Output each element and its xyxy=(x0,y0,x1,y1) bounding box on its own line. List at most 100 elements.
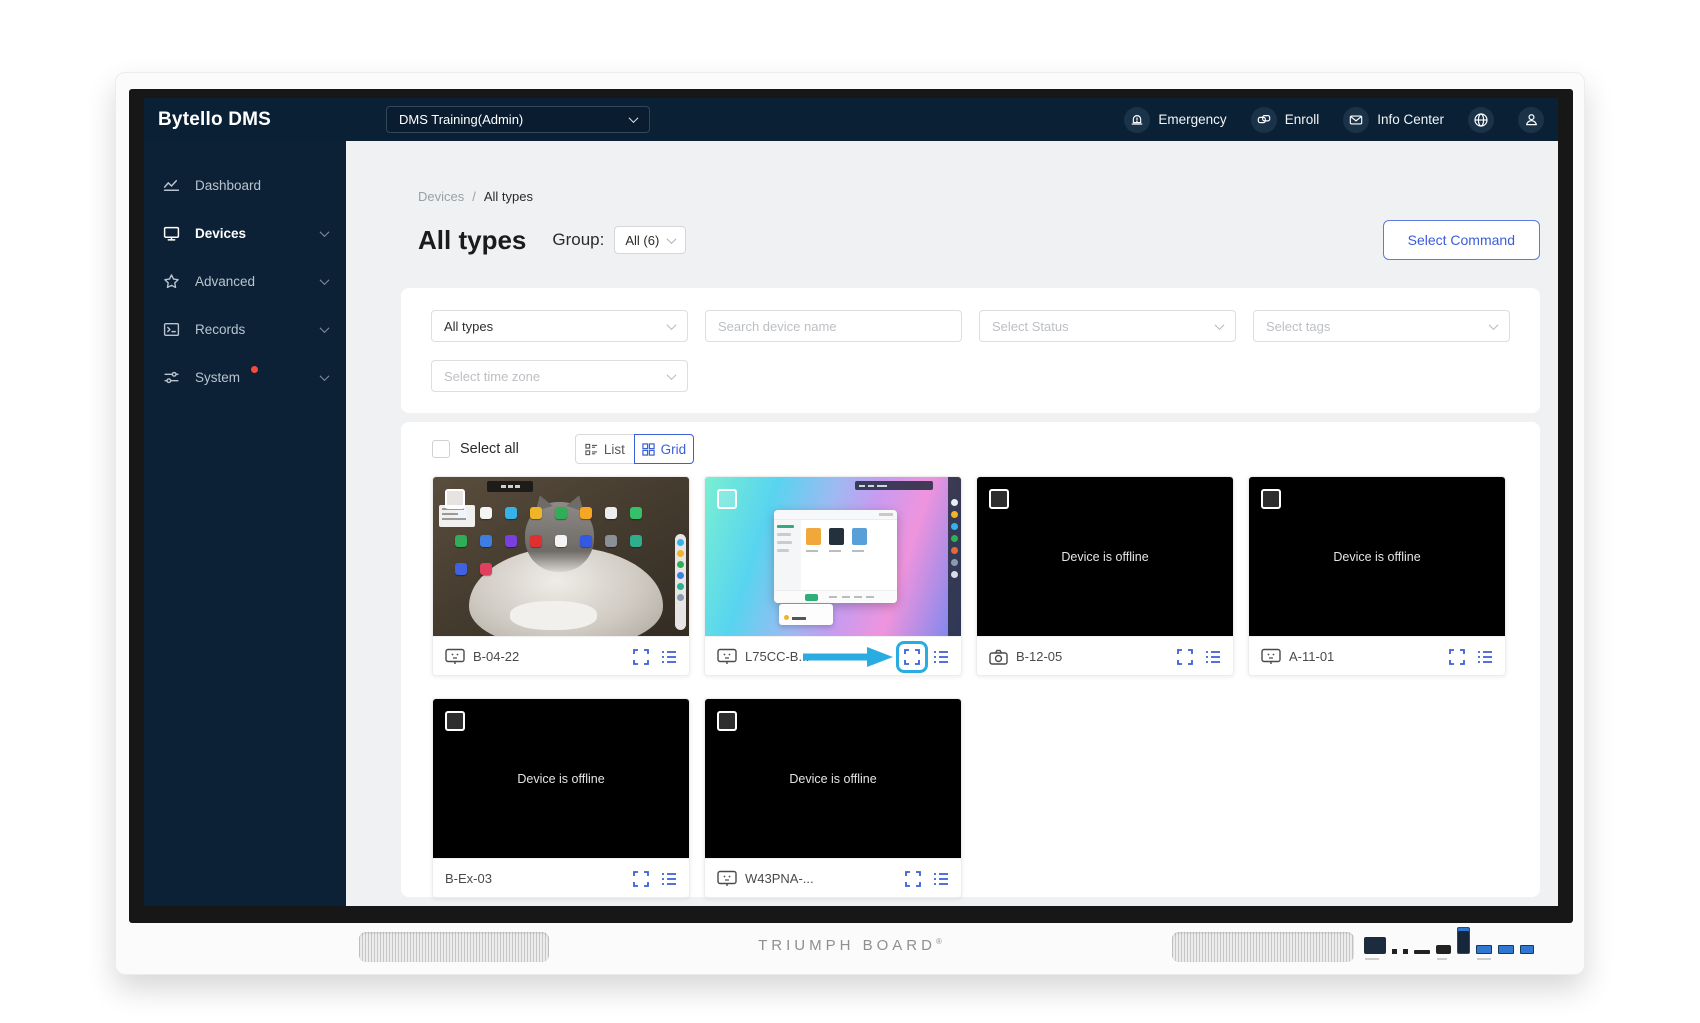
fullscreen-icon[interactable] xyxy=(633,649,649,665)
fullscreen-icon[interactable] xyxy=(1449,649,1465,665)
chevron-down-icon xyxy=(667,234,677,244)
select-all-label: Select all xyxy=(460,441,519,457)
device-name: L75CC-B... xyxy=(745,649,809,664)
list-view-icon xyxy=(585,443,598,456)
port-cluster xyxy=(1364,927,1534,954)
breadcrumb-devices[interactable]: Devices xyxy=(418,189,464,204)
board-chin: TRIUMPH BOARD® xyxy=(116,923,1584,975)
device-card[interactable]: L75CC-B... xyxy=(704,476,962,676)
timezone-select[interactable]: Select time zone xyxy=(431,360,688,392)
device-name: B-Ex-03 xyxy=(445,871,492,886)
emergency-button[interactable]: Emergency xyxy=(1124,107,1226,133)
port-slot xyxy=(1414,950,1430,954)
device-checkbox[interactable] xyxy=(445,711,465,731)
detail-list-icon[interactable] xyxy=(1477,650,1493,664)
annotation-highlight-box xyxy=(896,641,928,673)
monitor-icon xyxy=(717,648,737,665)
device-checkbox[interactable] xyxy=(989,489,1009,509)
fullscreen-icon[interactable] xyxy=(633,871,649,887)
offline-text: Device is offline xyxy=(1333,550,1420,564)
grid-view-label: Grid xyxy=(661,442,687,457)
device-card[interactable]: Device is offline W43PNA-... xyxy=(704,698,962,898)
language-globe-button[interactable] xyxy=(1468,107,1494,133)
device-type-value: All types xyxy=(444,319,493,334)
group-dropdown[interactable]: All (6) xyxy=(614,226,686,254)
sidebar-item-dashboard[interactable]: Dashboard xyxy=(144,161,346,209)
sidebar-item-advanced[interactable]: Advanced xyxy=(144,257,346,305)
detail-list-icon[interactable] xyxy=(661,872,677,886)
desktop-statusbar xyxy=(855,481,933,490)
device-checkbox[interactable] xyxy=(1261,489,1281,509)
sidebar-item-label: Records xyxy=(195,322,245,337)
info-center-button[interactable]: Info Center xyxy=(1343,107,1444,133)
chevron-down-icon xyxy=(1489,320,1499,330)
device-checkbox[interactable] xyxy=(717,489,737,509)
device-name: A-11-01 xyxy=(1289,649,1334,664)
app-icon-row xyxy=(455,563,492,575)
device-screenshot-cat-launcher[interactable] xyxy=(433,477,689,636)
star-icon xyxy=(163,273,180,290)
sliders-icon xyxy=(163,369,180,386)
grid-view-button[interactable]: Grid xyxy=(634,434,694,464)
breadcrumb-current: All types xyxy=(484,189,533,204)
sidebar: Dashboard Devices xyxy=(144,141,346,906)
device-name: B-12-05 xyxy=(1016,649,1062,664)
org-selector-dropdown[interactable]: DMS Training(Admin) xyxy=(386,106,650,133)
offline-text: Device is offline xyxy=(789,772,876,786)
fullscreen-icon[interactable] xyxy=(1177,649,1193,665)
device-screenshot-offline[interactable]: Device is offline xyxy=(1249,477,1505,636)
detail-list-icon[interactable] xyxy=(661,650,677,664)
sidebar-item-label: Devices xyxy=(195,226,246,241)
desktop-sidebar xyxy=(948,477,961,636)
monitor-icon xyxy=(1261,648,1281,665)
status-select[interactable]: Select Status xyxy=(979,310,1236,342)
search-device-input[interactable] xyxy=(705,310,962,342)
detail-list-icon[interactable] xyxy=(933,872,949,886)
select-all-checkbox[interactable] xyxy=(432,440,450,458)
chevron-down-icon xyxy=(629,113,639,123)
list-view-button[interactable]: List xyxy=(575,434,635,464)
port-ops xyxy=(1457,927,1470,954)
screen-bezel: Bytello DMS DMS Training(Admin) Emergenc… xyxy=(129,89,1573,923)
device-screenshot-offline[interactable]: Device is offline xyxy=(705,699,961,858)
device-card[interactable]: Device is offline B-Ex-03 xyxy=(432,698,690,898)
view-toggle: List Grid xyxy=(575,434,694,464)
main-content: Devices / All types All types Group: All… xyxy=(346,141,1558,906)
monitor-icon xyxy=(445,648,465,665)
page-title: All types xyxy=(418,225,526,256)
sidebar-item-devices[interactable]: Devices xyxy=(144,209,346,257)
app-header: Bytello DMS DMS Training(Admin) Emergenc… xyxy=(144,98,1558,141)
device-card[interactable]: Device is offline A-11-01 xyxy=(1248,476,1506,676)
app-icon-row xyxy=(455,507,642,519)
fullscreen-icon[interactable] xyxy=(905,871,921,887)
port-usb xyxy=(1520,945,1534,954)
device-card[interactable]: B-04-22 xyxy=(432,476,690,676)
page: Bytello DMS DMS Training(Admin) Emergenc… xyxy=(0,0,1700,1023)
device-screenshot-offline[interactable]: Device is offline xyxy=(977,477,1233,636)
app-icon-row xyxy=(455,535,642,547)
select-command-button[interactable]: Select Command xyxy=(1383,220,1540,260)
chevron-down-icon xyxy=(320,227,330,237)
emergency-label: Emergency xyxy=(1158,112,1226,127)
dashboard-icon xyxy=(163,177,180,194)
detail-list-icon[interactable] xyxy=(1205,650,1221,664)
sidebar-item-records[interactable]: Records xyxy=(144,305,346,353)
device-card[interactable]: Device is offline B-12-05 xyxy=(976,476,1234,676)
tags-select[interactable]: Select tags xyxy=(1253,310,1510,342)
detail-list-icon[interactable] xyxy=(933,650,949,664)
enroll-button[interactable]: Enroll xyxy=(1251,107,1320,133)
annotation-arrow xyxy=(803,647,895,667)
group-dropdown-value: All (6) xyxy=(625,233,659,248)
device-checkbox[interactable] xyxy=(717,711,737,731)
tags-placeholder: Select tags xyxy=(1266,319,1330,334)
device-grid: B-04-22 xyxy=(432,476,1509,898)
sidebar-item-system[interactable]: System xyxy=(144,353,346,401)
port-usb xyxy=(1498,945,1514,954)
device-type-select[interactable]: All types xyxy=(431,310,688,342)
device-screenshot-offline[interactable]: Device is offline xyxy=(433,699,689,858)
fullscreen-icon[interactable] xyxy=(904,649,920,665)
user-account-button[interactable] xyxy=(1518,107,1544,133)
emergency-icon xyxy=(1124,107,1150,133)
device-screenshot-desktop[interactable] xyxy=(705,477,961,636)
device-checkbox[interactable] xyxy=(445,489,465,509)
